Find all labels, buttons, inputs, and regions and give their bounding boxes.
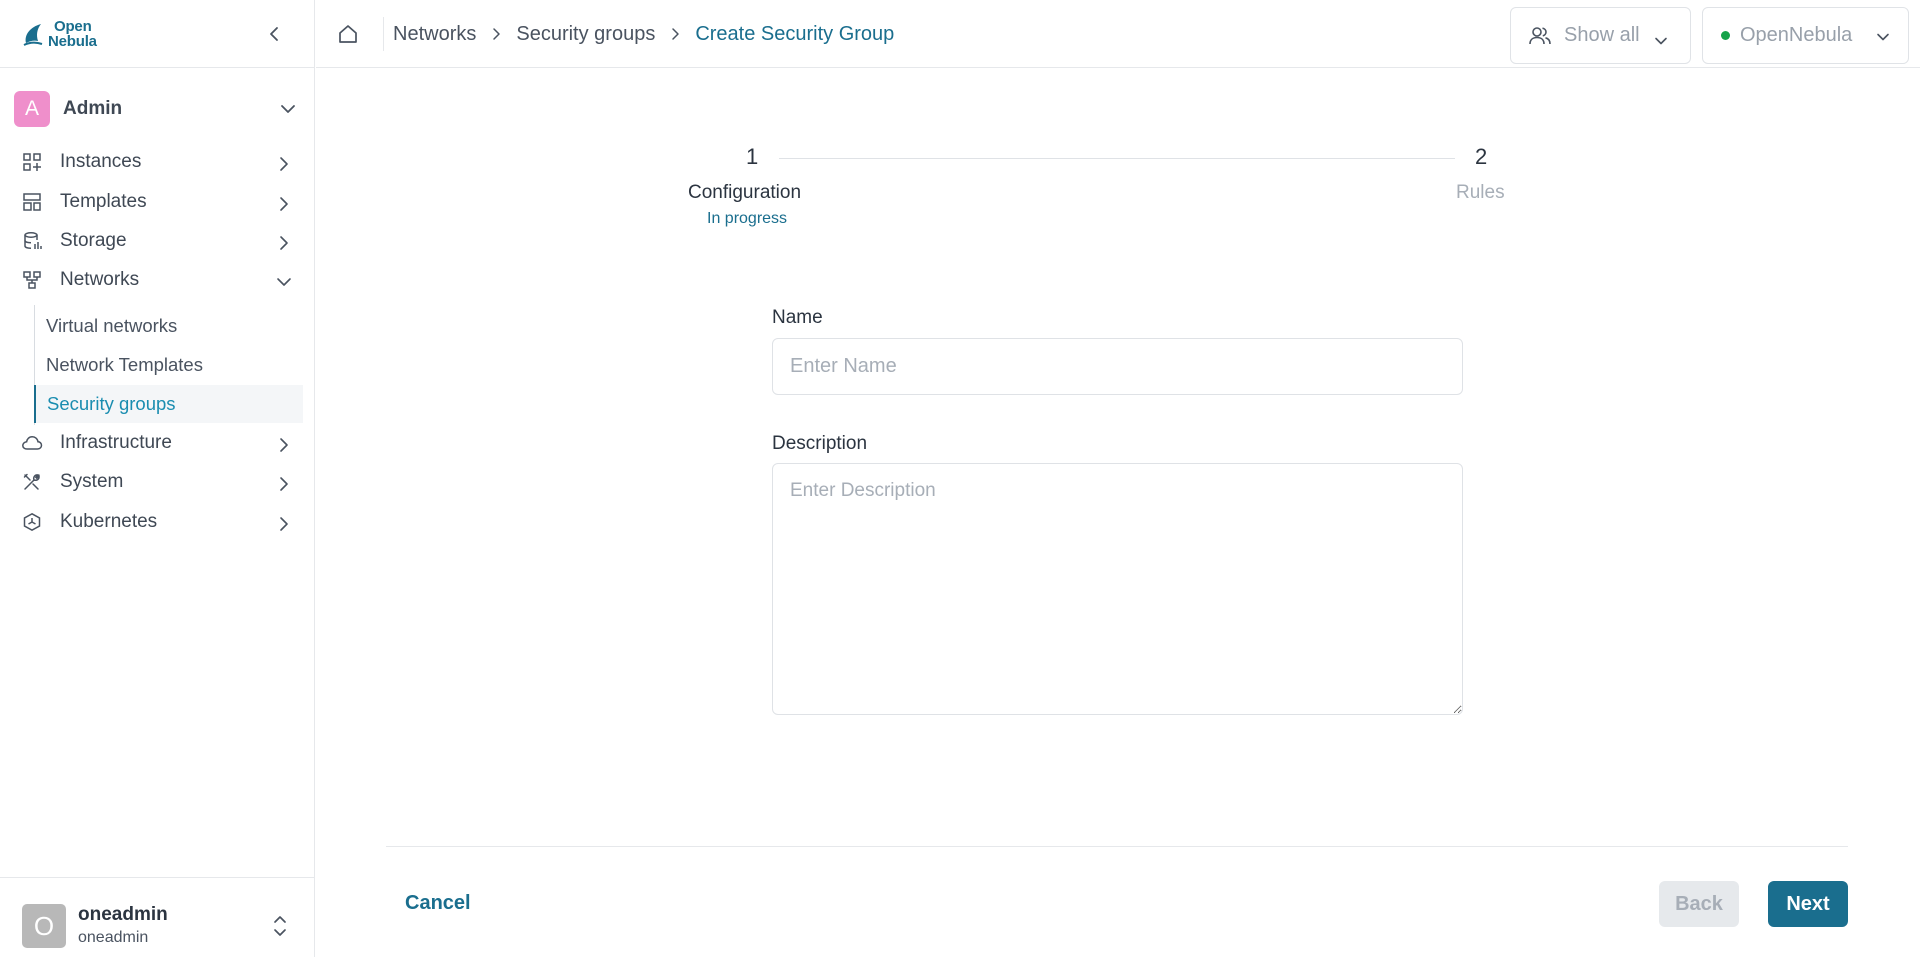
chevron-down-icon [272,270,296,294]
step-2-label: Rules [1456,182,1505,203]
tools-icon [20,470,44,494]
breadcrumb: Networks Security groups Create Security… [393,20,894,48]
sidebar-item-virtual-networks[interactable]: Virtual networks [35,307,304,345]
cancel-button[interactable]: Cancel [405,892,471,915]
logo-row: Open Nebula [0,0,315,68]
chevron-right-icon [667,26,683,42]
sidebar-item-kubernetes[interactable]: Kubernetes [14,504,300,540]
sidebar-item-security-groups[interactable]: Security groups [34,385,303,423]
top-bar: Networks Security groups Create Security… [316,0,1920,68]
sidebar-item-label: Instances [60,151,142,172]
chevron-right-icon [488,26,504,42]
chevron-right-icon [272,472,296,496]
cloud-icon [20,431,44,455]
opennebula-logo[interactable]: Open Nebula [22,16,97,52]
chevron-right-icon [272,192,296,216]
sidebar-item-label: Templates [60,191,147,212]
chevron-up-down-icon[interactable] [268,912,292,940]
network-icon [20,268,44,292]
kubernetes-icon [20,510,44,534]
database-icon [20,229,44,253]
sidebar-item-networks[interactable]: Networks [14,262,300,298]
back-button[interactable]: Back [1659,881,1739,927]
sidebar-item-templates[interactable]: Templates [14,184,300,220]
next-button[interactable]: Next [1768,881,1848,927]
logo-line2: Nebula [48,33,97,50]
chevron-right-icon [272,512,296,536]
name-label: Name [772,307,823,328]
sidebar-item-label: Kubernetes [60,511,158,532]
description-input[interactable] [772,463,1463,715]
sidebar-item-label: Storage [60,230,127,251]
zone-selector[interactable]: OpenNebula [1702,7,1909,64]
breadcrumb-networks[interactable]: Networks [393,23,476,46]
step-1-status: In progress [707,210,788,227]
sidebar-item-label: System [60,471,124,492]
chevron-right-icon [272,152,296,176]
sidebar-item-infrastructure[interactable]: Infrastructure [14,425,300,461]
stepper-connector [779,158,1455,159]
instances-icon [20,150,44,174]
footer-divider [386,846,1848,847]
chevron-right-icon [272,231,296,255]
name-input[interactable] [772,338,1463,395]
step-2-number: 2 [1475,144,1488,169]
users-icon [1527,23,1553,49]
logo-line1: Open [54,18,92,35]
nebula-logo-icon [22,21,44,47]
step-1-label: Configuration [688,182,802,203]
sidebar-item-label: Infrastructure [60,432,172,453]
sidebar: Open Nebula A Admin Instances Templates [0,0,315,957]
sidebar-item-system[interactable]: System [14,464,300,500]
collapse-sidebar-button[interactable] [262,22,286,46]
sidebar-item-label: Networks [60,269,140,290]
home-icon [339,25,357,43]
chevron-left-icon [270,27,278,41]
chevron-down-icon [1648,28,1674,54]
home-button[interactable] [336,22,360,46]
sidebar-item-instances[interactable]: Instances [14,144,300,180]
group-selector[interactable]: A Admin [14,91,300,127]
breadcrumb-security-groups[interactable]: Security groups [516,23,655,46]
logo-text: Open Nebula [48,19,97,49]
group-label: Admin [63,98,123,119]
group-avatar: A [14,91,50,127]
show-all-label: Show all [1564,24,1640,46]
show-all-filter[interactable]: Show all [1510,7,1691,64]
chevron-down-icon [276,97,300,121]
step-1-number: 1 [746,144,759,169]
breadcrumb-current: Create Security Group [695,22,895,45]
chevron-down-icon [1874,28,1892,46]
chevron-right-icon [272,433,296,457]
user-name: oneadmin [78,904,168,925]
zone-label: OpenNebula [1740,24,1853,46]
templates-icon [20,190,44,214]
user-group: oneadmin [78,929,149,946]
sidebar-item-storage[interactable]: Storage [14,223,300,259]
zone-status-dot [1721,31,1730,40]
header-divider [383,17,384,51]
avatar: O [22,904,66,948]
description-label: Description [772,433,868,454]
sidebar-item-network-templates[interactable]: Network Templates [35,346,304,384]
user-menu[interactable]: O oneadmin oneadmin [0,877,315,957]
